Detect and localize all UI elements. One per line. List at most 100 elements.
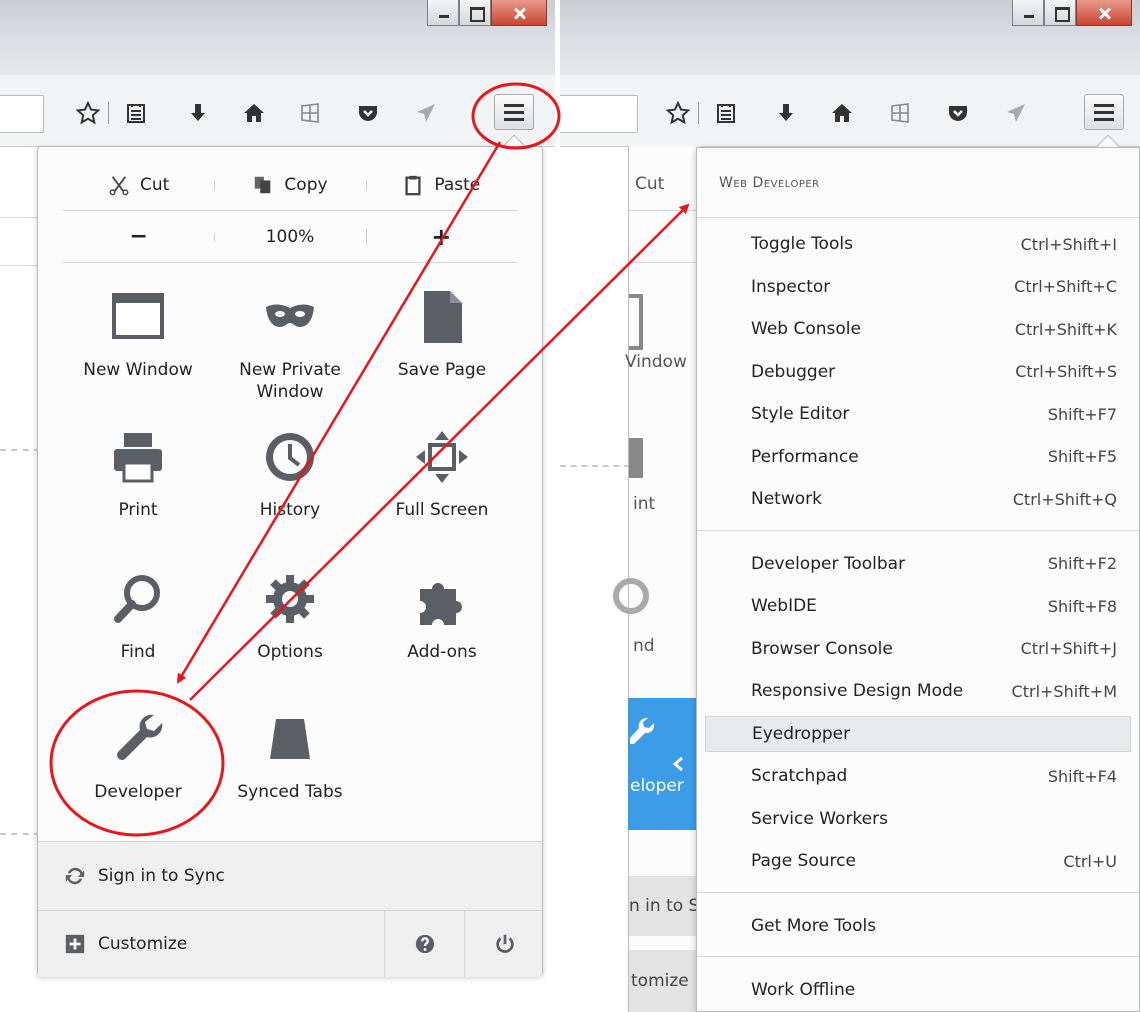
menu-item-inspector[interactable]: Inspector Ctrl+Shift+C [705,269,1131,305]
menu-item-developer-toolbar[interactable]: Developer Toolbar Shift+F2 [705,546,1131,582]
close-button[interactable] [491,0,547,26]
customize-plus-icon [65,934,85,954]
print-button[interactable]: Print [63,407,213,547]
obscured-customize: tomize [629,950,701,1012]
copy-button[interactable]: Copy [214,174,365,196]
search-field-right[interactable] [560,95,638,133]
web-developer-header: Web Developer [697,148,1139,218]
page-icon [412,287,472,347]
customize-label[interactable]: Customize [98,934,187,954]
sign-in-label: Sign in to Sync [98,866,225,886]
menu-item-shortcut: Ctrl+Shift+Q [1012,489,1117,509]
maximize-button-right[interactable] [1044,0,1076,26]
tiles-icon[interactable] [296,99,324,127]
zoom-reset-button[interactable]: 100% [214,227,365,247]
quit-button[interactable] [464,911,544,977]
options-button[interactable]: Options [215,549,365,689]
open-menu-button[interactable] [494,94,534,130]
magnifier-icon [108,569,168,629]
menu-item-get-more-tools[interactable]: Get More Tools [705,908,1131,944]
menu-item-label: Developer Toolbar [751,553,906,574]
menu-item-browser-console[interactable]: Browser Console Ctrl+Shift+J [705,631,1131,667]
send-icon-right[interactable] [1002,99,1030,127]
menu-item-web-console[interactable]: Web Console Ctrl+Shift+K [705,311,1131,347]
zoom-in-button[interactable]: + [365,223,517,251]
menu-item-webide[interactable]: WebIDE Shift+F8 [705,588,1131,624]
menu-item-scratchpad[interactable]: Scratchpad Shift+F4 [705,758,1131,794]
clock-icon [260,427,320,487]
home-icon-right[interactable] [828,99,856,127]
menu-item-eyedropper[interactable]: Eyedropper [705,715,1131,752]
find-button[interactable]: Find [63,549,213,689]
send-icon[interactable] [412,99,440,127]
synced-tabs-icon [260,709,320,769]
window-controls-right [1012,0,1132,26]
menu-item-network[interactable]: Network Ctrl+Shift+Q [705,481,1131,517]
copy-label: Copy [284,174,328,195]
save-page-button[interactable]: Save Page [367,267,517,407]
new-private-window-button[interactable]: New Private Window [215,267,365,407]
minimize-button-right[interactable] [1012,0,1044,26]
add-ons-button[interactable]: Add-ons [367,549,517,689]
menu-item-work-offline[interactable]: Work Offline [705,972,1131,1008]
reading-list-icon[interactable] [122,99,150,127]
obscured-print: int [633,494,656,514]
menu-item-toggle-tools[interactable]: Toggle Tools Ctrl+Shift+I [705,226,1131,262]
menu-item-shortcut: Shift+F4 [1047,766,1117,786]
close-button-right[interactable] [1076,0,1132,26]
tiles-icon-right[interactable] [886,99,914,127]
menu-item-label: Debugger [751,361,836,382]
menu-item-shortcut: Ctrl+Shift+I [1020,234,1117,254]
help-icon [415,934,434,954]
minimize-button[interactable] [427,0,459,26]
menu-item-service-workers[interactable]: Service Workers [705,801,1131,837]
power-icon [495,934,514,953]
find-label: Find [120,642,156,662]
menu-item-shortcut: Shift+F8 [1047,596,1117,616]
bookmark-star-icon-right[interactable] [664,99,692,127]
cut-button[interactable]: Cut [63,174,214,196]
web-developer-menu: Web Developer Toggle Tools Ctrl+Shift+I In… [696,147,1140,1012]
menu-item-label: Service Workers [751,808,888,829]
history-button[interactable]: History [215,407,365,547]
obscured-developer-tile: eloper [628,698,696,830]
search-field[interactable] [0,95,44,133]
menu-item-label: Inspector [751,276,831,297]
obscured-cut: Cut [635,174,665,194]
zoom-out-button[interactable]: − [63,224,214,249]
pocket-icon[interactable] [354,99,382,127]
new-window-button[interactable]: New Window [63,267,213,407]
print-label: Print [118,500,158,520]
download-icon[interactable] [184,99,212,127]
menu-item-label: Scratchpad [751,766,848,786]
menu-item-label: Performance [751,446,859,467]
obscured-find: nd [633,636,655,656]
menu-item-page-source[interactable]: Page Source Ctrl+U [705,843,1131,879]
menu-item-label: WebIDE [751,596,817,616]
printer-icon [108,427,168,487]
home-icon[interactable] [240,99,268,127]
bookmark-star-icon[interactable] [74,99,102,127]
menu-item-label: Get More Tools [751,915,877,936]
maximize-button[interactable] [459,0,491,26]
menu-item-style-editor[interactable]: Style Editor Shift+F7 [705,396,1131,432]
customize-bar: Customize [38,911,542,977]
menu-item-performance[interactable]: Performance Shift+F5 [705,439,1131,475]
open-menu-button-right[interactable] [1084,94,1124,130]
full-screen-button[interactable]: Full Screen [367,407,517,547]
menu-separator [697,891,1139,893]
menu-item-responsive-design-mode[interactable]: Responsive Design Mode Ctrl+Shift+M [705,673,1131,709]
reading-list-icon-right[interactable] [712,99,740,127]
help-button[interactable] [384,911,464,977]
synced-tabs-button[interactable]: Synced Tabs [215,689,365,829]
web-developer-header-label: Web Developer [719,174,820,191]
paste-button[interactable]: Paste [365,174,517,196]
obscured-sync: n in to S [629,876,701,936]
menu-item-debugger[interactable]: Debugger Ctrl+Shift+S [705,354,1131,390]
pocket-icon-right[interactable] [944,99,972,127]
chevron-left-icon [672,756,683,772]
title-bar [0,0,555,75]
download-icon-right[interactable] [772,99,800,127]
developer-button[interactable]: Developer [63,689,213,829]
sign-in-sync-button[interactable]: Sign in to Sync [38,841,542,911]
